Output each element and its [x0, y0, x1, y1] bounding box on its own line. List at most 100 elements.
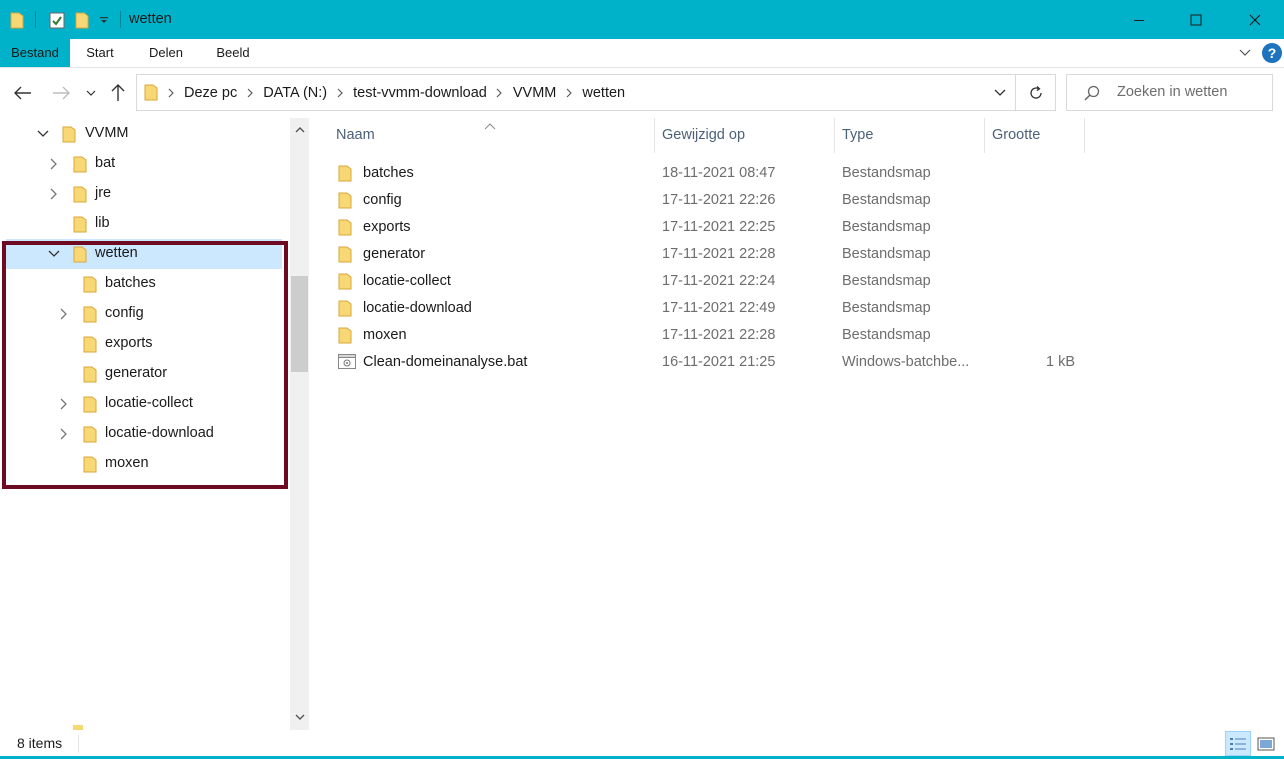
tree-item-generator[interactable]: generator — [0, 359, 284, 389]
breadcrumb-deze-pc[interactable]: Deze pc — [180, 85, 241, 101]
file-modified: 17-11-2021 22:26 — [662, 192, 776, 208]
close-button[interactable] — [1226, 0, 1284, 39]
folder-icon — [83, 306, 97, 327]
tab-beeld[interactable]: Beeld — [208, 39, 258, 67]
folder-icon — [338, 219, 352, 240]
scroll-up-icon[interactable] — [290, 119, 309, 139]
expand-ribbon-icon[interactable] — [1236, 45, 1254, 61]
file-type: Bestandsmap — [842, 165, 931, 181]
status-divider — [78, 735, 79, 753]
large-icons-view-button[interactable] — [1253, 731, 1279, 756]
toolbar-divider — [35, 11, 36, 28]
tree-item-locatie-download[interactable]: locatie-download — [0, 419, 284, 449]
navigation-scrollbar[interactable] — [290, 118, 309, 730]
chevron-right-icon[interactable] — [56, 306, 72, 322]
file-row[interactable]: exports 17-11-2021 22:25 Bestandsmap — [330, 214, 1090, 241]
tree-item-wetten[interactable]: wetten — [6, 239, 282, 269]
tree-item-exports[interactable]: exports — [0, 329, 284, 359]
batch-file-icon — [338, 354, 356, 373]
tree-item-label: bat — [95, 155, 116, 171]
file-type: Bestandsmap — [842, 300, 931, 316]
chevron-right-icon[interactable] — [491, 88, 509, 98]
search-input[interactable]: Zoeken in wetten — [1117, 84, 1227, 100]
tree-item-vvmm[interactable]: VVMM — [0, 119, 284, 149]
chevron-right-icon[interactable] — [162, 88, 180, 98]
tree-item-label: generator — [105, 365, 168, 381]
maximize-button[interactable] — [1167, 0, 1225, 39]
tab-start[interactable]: Start — [76, 39, 124, 67]
folder-icon — [73, 246, 87, 267]
column-header-size[interactable]: Grootte — [985, 118, 1084, 153]
tree-item-locatie-collect[interactable]: locatie-collect — [0, 389, 284, 419]
file-modified: 18-11-2021 08:47 — [662, 165, 776, 181]
tree-item-label: lib — [95, 215, 110, 231]
new-folder-icon[interactable] — [72, 9, 92, 31]
tree-item-lib[interactable]: lib — [0, 209, 284, 239]
file-row[interactable]: batches 18-11-2021 08:47 Bestandsmap — [330, 160, 1090, 187]
file-name: moxen — [363, 327, 407, 343]
chevron-right-icon[interactable] — [331, 88, 349, 98]
status-bar: 8 items — [0, 730, 1284, 759]
column-header-name[interactable]: Naam — [330, 118, 654, 153]
file-row[interactable]: moxen 17-11-2021 22:28 Bestandsmap — [330, 322, 1090, 349]
breadcrumb-data-drive[interactable]: DATA (N:) — [259, 85, 331, 101]
file-modified: 17-11-2021 22:24 — [662, 273, 776, 289]
chevron-right-icon[interactable] — [241, 88, 259, 98]
chevron-right-icon[interactable] — [56, 426, 72, 442]
file-name: generator — [363, 246, 426, 262]
tree-item-jre[interactable]: jre — [0, 179, 284, 209]
column-header-type[interactable]: Type — [835, 118, 984, 153]
chevron-right-icon[interactable] — [56, 396, 72, 412]
folder-icon — [83, 366, 97, 387]
up-button[interactable] — [106, 80, 130, 106]
scrollbar-thumb[interactable] — [291, 276, 308, 372]
column-header-label: Grootte — [992, 127, 1041, 143]
address-bar[interactable]: Deze pc DATA (N:) test-vvmm-download VVM… — [136, 74, 1056, 111]
folder-icon — [338, 300, 352, 321]
folder-icon — [73, 156, 87, 177]
file-type: Bestandsmap — [842, 219, 931, 235]
file-row[interactable]: config 17-11-2021 22:26 Bestandsmap — [330, 187, 1090, 214]
back-button[interactable] — [11, 80, 35, 106]
navigation-pane: VVMM bat jre lib wetten batches config e… — [0, 118, 290, 730]
breadcrumb-vvmm[interactable]: VVMM — [509, 85, 561, 101]
file-modified: 17-11-2021 22:49 — [662, 300, 776, 316]
file-row[interactable]: Clean-domeinanalyse.bat 16-11-2021 21:25… — [330, 349, 1090, 376]
chevron-down-icon[interactable] — [46, 246, 62, 262]
chevron-right-icon[interactable] — [46, 186, 62, 202]
tree-item-moxen[interactable]: moxen — [0, 449, 284, 479]
customize-toolbar-icon[interactable] — [96, 9, 112, 31]
breadcrumb-test-vvmm-download[interactable]: test-vvmm-download — [349, 85, 491, 101]
column-header-modified[interactable]: Gewijzigd op — [655, 118, 834, 153]
chevron-right-icon[interactable] — [46, 156, 62, 172]
folder-icon — [338, 273, 352, 294]
properties-icon[interactable] — [46, 9, 68, 31]
file-row[interactable]: locatie-download 17-11-2021 22:49 Bestan… — [330, 295, 1090, 322]
minimize-button[interactable] — [1110, 0, 1168, 39]
tree-item-bat[interactable]: bat — [0, 149, 284, 179]
tree-item-label: exports — [105, 335, 153, 351]
breadcrumb-wetten[interactable]: wetten — [578, 85, 629, 101]
tree-item-label: wetten — [95, 245, 138, 261]
tree-item-batches[interactable]: batches — [0, 269, 284, 299]
refresh-button[interactable] — [1015, 75, 1055, 110]
folder-icon — [83, 426, 97, 447]
recent-locations-icon[interactable] — [80, 80, 102, 106]
details-view-button[interactable] — [1225, 731, 1251, 756]
tree-item-config[interactable]: config — [0, 299, 284, 329]
search-icon — [1083, 84, 1101, 106]
chevron-down-icon[interactable] — [35, 126, 51, 142]
file-row[interactable]: generator 17-11-2021 22:28 Bestandsmap — [330, 241, 1090, 268]
tab-delen[interactable]: Delen — [140, 39, 192, 67]
address-history-dropdown[interactable] — [985, 75, 1015, 110]
tab-bestand[interactable]: Bestand — [0, 39, 70, 67]
column-divider[interactable] — [1084, 118, 1085, 153]
chevron-right-icon[interactable] — [560, 88, 578, 98]
search-box[interactable]: Zoeken in wetten — [1066, 74, 1273, 111]
file-row[interactable]: locatie-collect 17-11-2021 22:24 Bestand… — [330, 268, 1090, 295]
help-button[interactable]: ? — [1262, 43, 1282, 63]
breadcrumb: Deze pc DATA (N:) test-vvmm-download VVM… — [137, 75, 629, 110]
forward-button[interactable] — [49, 80, 73, 106]
folder-icon — [8, 9, 26, 31]
scroll-down-icon[interactable] — [290, 707, 309, 727]
